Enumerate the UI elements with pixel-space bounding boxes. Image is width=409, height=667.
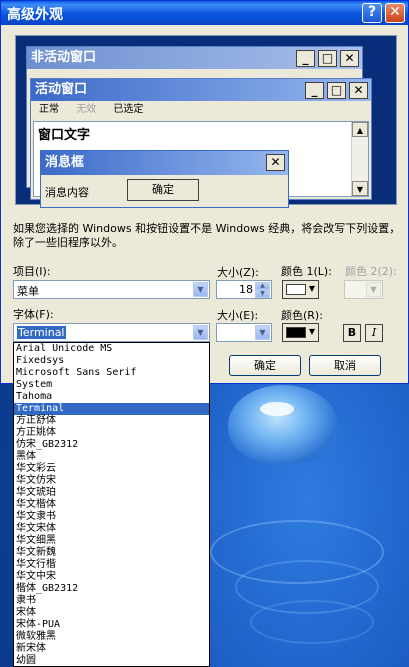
- font-option[interactable]: 微软雅黑: [14, 631, 209, 643]
- color1-swatch: [286, 284, 306, 295]
- advanced-appearance-dialog: 高级外观 ? ✕ 非活动窗口 _ □ ✕ 活动窗口 _ □ ✕ 正常 无效 已选…: [0, 0, 409, 384]
- msgbox-content: 消息内容: [45, 186, 89, 199]
- color3-swatch: [286, 327, 306, 338]
- color3-label: 颜色(R):: [281, 309, 323, 322]
- font-option[interactable]: 隶书: [14, 595, 209, 607]
- minimize-icon: _: [305, 82, 324, 99]
- ok-button[interactable]: 确定: [229, 355, 301, 376]
- font-option[interactable]: 华文中宋: [14, 571, 209, 583]
- item-select[interactable]: 菜单 ▼: [13, 280, 210, 299]
- font-option[interactable]: 楷体_GB2312: [14, 583, 209, 595]
- chevron-down-icon[interactable]: ▼: [193, 282, 208, 297]
- preview-scrollbar[interactable]: ▲ ▼: [351, 122, 368, 196]
- menu-selected[interactable]: 已选定: [113, 104, 143, 115]
- size2-select[interactable]: ▼: [216, 323, 272, 342]
- close-icon: ✕: [340, 50, 359, 67]
- msgbox-ok-button[interactable]: 确定: [127, 179, 199, 201]
- window-title: 高级外观: [7, 7, 63, 23]
- chevron-down-icon: ▼: [308, 327, 315, 336]
- color1-button[interactable]: ▼: [282, 280, 319, 299]
- maximize-icon: □: [327, 82, 346, 99]
- font-option[interactable]: Tahoma: [14, 391, 209, 403]
- close-icon: ✕: [349, 82, 368, 99]
- help-button[interactable]: ?: [362, 3, 382, 23]
- font-option[interactable]: 华文琥珀: [14, 487, 209, 499]
- color3-button[interactable]: ▼: [282, 323, 319, 342]
- font-option[interactable]: System: [14, 379, 209, 391]
- font-option[interactable]: 幼圆: [14, 655, 209, 666]
- item-label: 项目(I):: [13, 265, 51, 278]
- chevron-down-icon: ▼: [366, 282, 381, 297]
- font-option[interactable]: 方正舒体: [14, 415, 209, 427]
- font-option[interactable]: Terminal: [14, 403, 209, 415]
- font-option[interactable]: 华文行楷: [14, 559, 209, 571]
- close-button[interactable]: ✕: [385, 3, 405, 23]
- maximize-icon: □: [318, 50, 337, 67]
- size2-label: 大小(E):: [217, 309, 259, 322]
- font-option[interactable]: 华文细黑: [14, 535, 209, 547]
- size1-label: 大小(Z):: [217, 266, 259, 279]
- font-option[interactable]: 华文隶书: [14, 511, 209, 523]
- scroll-up-icon: ▲: [352, 122, 368, 137]
- preview-active-title[interactable]: 活动窗口 _ □ ✕: [31, 79, 371, 101]
- close-icon: ✕: [266, 154, 285, 171]
- spin-down-icon[interactable]: ▼: [255, 290, 270, 298]
- spin-up-icon[interactable]: ▲: [255, 282, 270, 290]
- cancel-button[interactable]: 取消: [309, 355, 381, 376]
- msgbox-title-bar[interactable]: 消息框 ✕: [41, 151, 288, 175]
- chevron-down-icon[interactable]: ▼: [193, 325, 208, 340]
- title-bar[interactable]: 高级外观 ? ✕: [1, 1, 408, 25]
- color2-label: 颜色 2(2):: [345, 265, 397, 278]
- font-option[interactable]: 华文楷体: [14, 499, 209, 511]
- size1-value: 18: [239, 283, 253, 296]
- font-option[interactable]: 华文彩云: [14, 463, 209, 475]
- font-option[interactable]: 华文仿宋: [14, 475, 209, 487]
- font-option[interactable]: 方正姚体: [14, 427, 209, 439]
- description-text: 如果您选择的 Windows 和按钮设置不是 Windows 经典，将会改写下列…: [13, 222, 401, 249]
- menu-disabled[interactable]: 无效: [76, 104, 96, 115]
- window-text: 窗口文字: [38, 128, 91, 143]
- bold-button[interactable]: B: [343, 324, 361, 342]
- water-ripple: [250, 600, 374, 644]
- font-option[interactable]: 仿宋_GB2312: [14, 439, 209, 451]
- font-option[interactable]: Fixedsys: [14, 355, 209, 367]
- font-option[interactable]: 黑体: [14, 451, 209, 463]
- font-option[interactable]: 新宋体: [14, 643, 209, 655]
- font-option[interactable]: 华文新魏: [14, 547, 209, 559]
- font-option[interactable]: Microsoft Sans Serif: [14, 367, 209, 379]
- appearance-preview[interactable]: 非活动窗口 _ □ ✕ 活动窗口 _ □ ✕ 正常 无效 已选定 窗口文字 ▲ …: [15, 35, 397, 208]
- color2-button[interactable]: ▼: [344, 280, 383, 299]
- size1-spinner[interactable]: 18 ▲ ▼: [216, 280, 272, 299]
- item-value: 菜单: [17, 285, 39, 298]
- font-dropdown-list[interactable]: Arial Unicode MS Fixedsys Microsoft Sans S…: [13, 342, 210, 667]
- preview-message-box[interactable]: 消息框 ✕ 消息内容 确定: [40, 150, 289, 208]
- inactive-title-text: 非活动窗口: [31, 50, 97, 65]
- chevron-down-icon[interactable]: ▼: [255, 325, 270, 340]
- minimize-icon: _: [296, 50, 315, 67]
- color1-label: 颜色 1(L):: [281, 265, 332, 278]
- scroll-down-icon: ▼: [352, 181, 368, 196]
- font-value: Terminal: [17, 326, 66, 339]
- menu-normal[interactable]: 正常: [39, 104, 59, 115]
- water-drop-highlight: [260, 402, 294, 416]
- font-option[interactable]: 华文宋体: [14, 523, 209, 535]
- preview-menubar[interactable]: 正常 无效 已选定: [31, 101, 371, 119]
- font-option[interactable]: Arial Unicode MS: [14, 343, 209, 355]
- font-select[interactable]: Terminal ▼: [13, 323, 210, 342]
- font-label: 字体(F):: [13, 308, 54, 321]
- italic-button[interactable]: I: [365, 324, 383, 342]
- font-option[interactable]: 宋体: [14, 607, 209, 619]
- font-option[interactable]: 宋体-PUA: [14, 619, 209, 631]
- active-title-text: 活动窗口: [35, 82, 88, 97]
- water-drop-image: [228, 385, 338, 465]
- preview-inactive-title[interactable]: 非活动窗口 _ □ ✕: [27, 47, 362, 69]
- chevron-down-icon: ▼: [308, 284, 315, 293]
- msgbox-title: 消息框: [45, 155, 85, 170]
